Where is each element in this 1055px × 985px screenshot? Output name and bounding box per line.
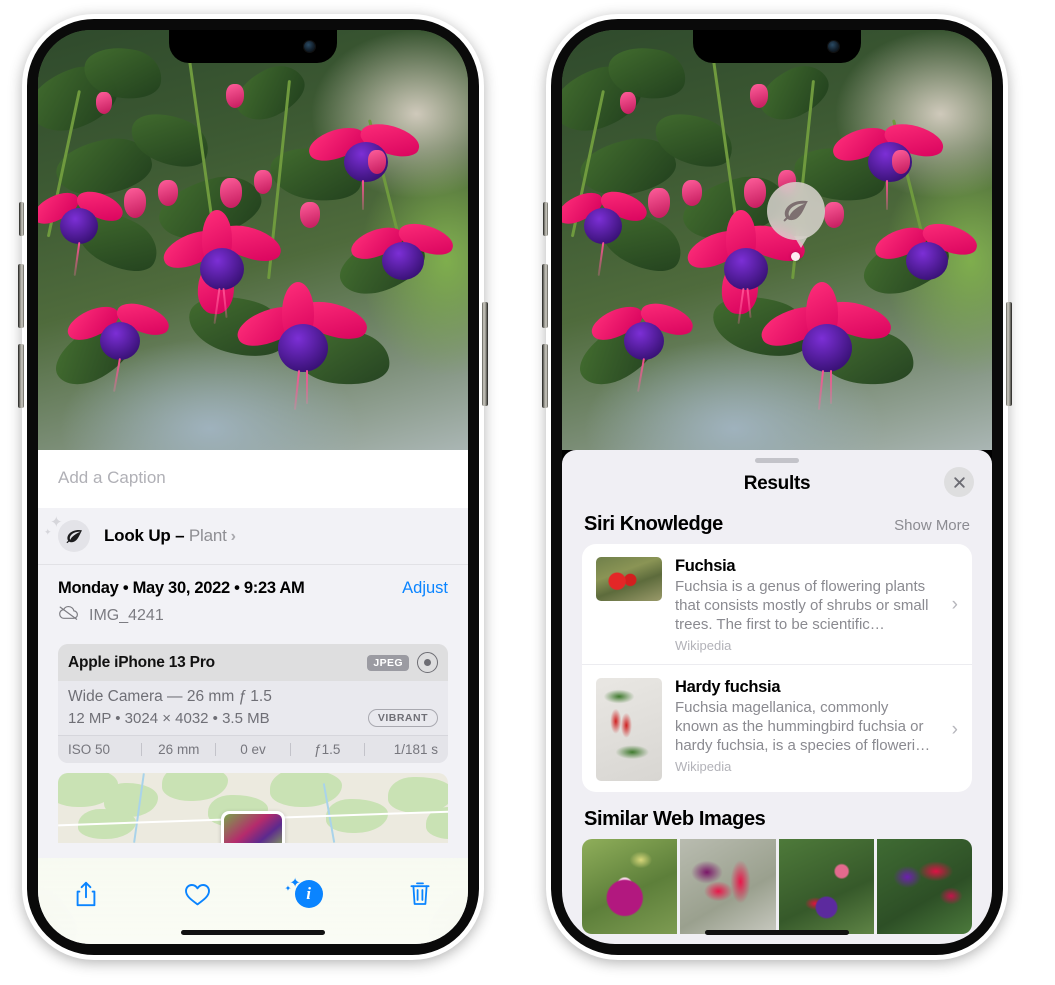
siri-knowledge-card: Fuchsia Fuchsia is a genus of flowering … <box>582 544 972 792</box>
location-map[interactable] <box>58 773 448 843</box>
caption-input[interactable]: Add a Caption <box>58 468 448 488</box>
icloud-slash-icon <box>58 605 80 626</box>
device-screen-left: Add a Caption ✦ ✦ Look Up – Plant › Monda… <box>38 30 468 944</box>
iphone-device-right: Results Siri Knowledge Show More Fuchsia… <box>542 14 1012 960</box>
power-button[interactable] <box>482 302 488 406</box>
similar-web-images-title: Similar Web Images <box>584 808 766 830</box>
chevron-right-icon: › <box>230 528 236 545</box>
knowledge-description: Fuchsia is a genus of flowering plants t… <box>675 578 929 633</box>
sparkle-icon-small: ✦ <box>284 884 292 893</box>
visual-lookup-anchor-dot <box>791 252 800 261</box>
home-indicator[interactable] <box>705 930 849 935</box>
fuchsia-thumbnail <box>596 557 662 601</box>
similar-web-images-header: Similar Web Images <box>562 792 992 839</box>
similar-image-thumb[interactable] <box>582 839 678 934</box>
photo-fuchsia-right[interactable] <box>562 30 992 450</box>
camera-lens-line: Wide Camera — 26 mm ƒ 1.5 <box>68 688 272 705</box>
knowledge-row[interactable]: Fuchsia Fuchsia is a genus of flowering … <box>582 544 972 664</box>
results-header: Results <box>562 463 992 509</box>
power-button[interactable] <box>1006 302 1012 406</box>
format-badge: JPEG <box>367 654 409 671</box>
similar-image-thumb[interactable] <box>778 839 874 934</box>
volume-down-button[interactable] <box>18 344 24 408</box>
sparkle-icon-small: ✦ <box>44 527 52 537</box>
results-title: Results <box>743 473 811 494</box>
device-notch <box>169 30 337 63</box>
close-icon[interactable] <box>944 467 974 497</box>
similar-web-images-grid <box>582 839 972 934</box>
iphone-device-left: Add a Caption ✦ ✦ Look Up – Plant › Monda… <box>18 14 488 960</box>
volume-up-button[interactable] <box>18 264 24 328</box>
favorite-button[interactable] <box>177 874 217 914</box>
lens-icon <box>417 652 438 673</box>
look-up-title: Look Up – <box>104 526 189 545</box>
look-up-row[interactable]: ✦ ✦ Look Up – Plant › <box>38 508 468 565</box>
device-notch <box>693 30 861 63</box>
exif-row: ISO 50 26 mm 0 ev ƒ1.5 1/181 s <box>58 735 448 763</box>
photo-location-pin[interactable] <box>221 811 285 843</box>
knowledge-row[interactable]: Hardy fuchsia Fuchsia magellanica, commo… <box>582 664 972 792</box>
knowledge-title: Fuchsia <box>675 557 736 575</box>
knowledge-title: Hardy fuchsia <box>675 678 781 696</box>
hardy-fuchsia-thumbnail <box>596 678 662 781</box>
photo-filename: IMG_4241 <box>89 606 164 624</box>
exif-focal: 26 mm <box>158 742 200 757</box>
front-camera <box>828 41 839 52</box>
results-sheet: Results Siri Knowledge Show More Fuchsia… <box>562 450 992 944</box>
siri-knowledge-header: Siri Knowledge Show More <box>562 509 992 544</box>
camera-size-line: 12 MP • 3024 × 4032 • 3.5 MB <box>68 709 270 727</box>
caption-field-row[interactable]: Add a Caption <box>38 450 468 508</box>
knowledge-source: Wikipedia <box>675 638 732 653</box>
mute-switch[interactable] <box>19 202 24 236</box>
siri-knowledge-title: Siri Knowledge <box>584 513 723 535</box>
knowledge-source: Wikipedia <box>675 759 732 774</box>
camera-info-card[interactable]: Apple iPhone 13 Pro JPEG Wide Camera — 2… <box>58 644 448 763</box>
leaf-icon: ✦ ✦ <box>44 515 90 552</box>
look-up-label: Look Up – Plant › <box>104 526 236 546</box>
front-camera <box>304 41 315 52</box>
knowledge-description: Fuchsia magellanica, commonly known as t… <box>675 699 931 754</box>
chevron-right-icon: › <box>951 718 958 740</box>
similar-image-thumb[interactable] <box>680 839 776 934</box>
camera-card-header: Apple iPhone 13 Pro JPEG <box>58 644 448 681</box>
exif-aperture: ƒ1.5 <box>314 742 341 757</box>
look-up-subject: Plant <box>188 526 227 545</box>
similar-image-thumb[interactable] <box>876 839 972 934</box>
exif-iso: ISO 50 <box>68 742 111 757</box>
photo-style-badge: VIBRANT <box>367 709 438 727</box>
mute-switch[interactable] <box>543 202 548 236</box>
delete-button[interactable] <box>400 874 440 914</box>
share-button[interactable] <box>66 874 106 914</box>
camera-model: Apple iPhone 13 Pro <box>68 653 215 671</box>
visual-lookup-leaf-badge[interactable] <box>767 182 825 240</box>
photo-date: Monday • May 30, 2022 • 9:23 AM <box>58 579 305 597</box>
volume-up-button[interactable] <box>542 264 548 328</box>
device-screen-right: Results Siri Knowledge Show More Fuchsia… <box>562 30 992 944</box>
info-button[interactable]: ✦ ✦ i <box>285 874 329 914</box>
photo-info-sheet: Add a Caption ✦ ✦ Look Up – Plant › Monda… <box>38 450 468 944</box>
home-indicator[interactable] <box>181 930 325 935</box>
exif-shutter: 1/181 s <box>393 742 439 757</box>
chevron-right-icon: › <box>951 594 958 615</box>
adjust-button[interactable]: Adjust <box>402 579 448 598</box>
show-more-button[interactable]: Show More <box>894 517 970 534</box>
photo-metadata: Monday • May 30, 2022 • 9:23 AM Adjust I… <box>38 565 468 636</box>
camera-card-body: Wide Camera — 26 mm ƒ 1.5 12 MP • 3024 ×… <box>58 681 448 735</box>
exif-exposure: 0 ev <box>240 742 266 757</box>
photo-fuchsia-left[interactable] <box>38 30 468 450</box>
volume-down-button[interactable] <box>542 344 548 408</box>
